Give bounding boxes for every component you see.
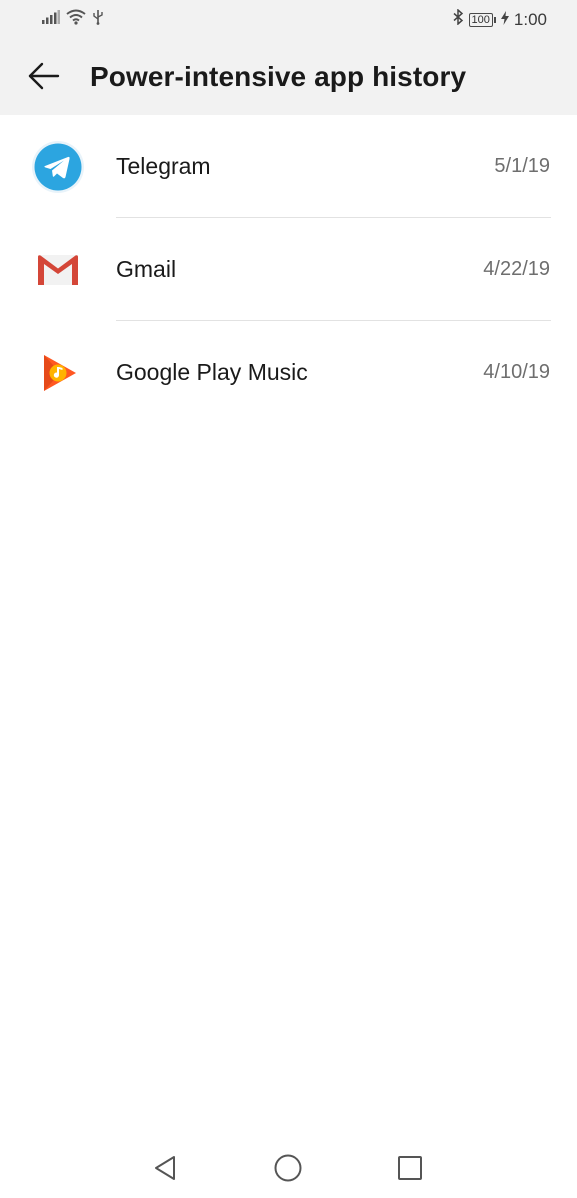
charging-icon — [500, 10, 509, 30]
gmail-icon — [30, 242, 86, 298]
status-bar: 100 1:00 — [0, 0, 577, 40]
list-item-gmail[interactable]: Gmail 4/22/19 — [0, 218, 577, 321]
app-name: Telegram — [116, 153, 211, 179]
page-title: Power-intensive app history — [90, 61, 467, 92]
telegram-icon — [30, 139, 86, 195]
status-right: 100 1:00 — [452, 8, 547, 30]
battery-tip — [493, 16, 496, 23]
bluetooth-icon — [452, 8, 464, 30]
app-date: 5/1/19 — [494, 155, 550, 177]
app-name: Google Play Music — [116, 359, 308, 385]
battery-level: 100 — [468, 12, 493, 27]
nav-back-icon — [152, 1154, 178, 1187]
list-item-telegram[interactable]: Telegram 5/1/19 — [0, 115, 577, 218]
status-left — [42, 9, 104, 30]
nav-home-icon — [273, 1153, 303, 1188]
app-date: 4/22/19 — [483, 258, 550, 280]
arrow-left-icon — [28, 62, 60, 95]
signal-icon — [42, 10, 60, 29]
app-bar: Power-intensive app history — [0, 40, 577, 115]
app-name: Gmail — [116, 256, 177, 282]
back-button[interactable] — [22, 56, 66, 100]
wifi-icon — [66, 9, 86, 30]
nav-recents-button[interactable] — [393, 1153, 427, 1187]
usb-icon — [92, 9, 104, 30]
status-time: 1:00 — [513, 9, 547, 29]
nav-recents-icon — [397, 1155, 423, 1186]
google-play-music-icon — [30, 345, 86, 401]
app-list: Telegram 5/1/19 Gmail 4/22/19 Google Pla — [0, 115, 577, 424]
nav-bar — [0, 1140, 577, 1198]
list-item-google-play-music[interactable]: Google Play Music 4/10/19 — [0, 321, 577, 424]
battery-icon: 100 — [468, 12, 496, 27]
app-date: 4/10/19 — [483, 361, 550, 383]
nav-back-button[interactable] — [148, 1153, 182, 1187]
nav-home-button[interactable] — [271, 1153, 305, 1187]
